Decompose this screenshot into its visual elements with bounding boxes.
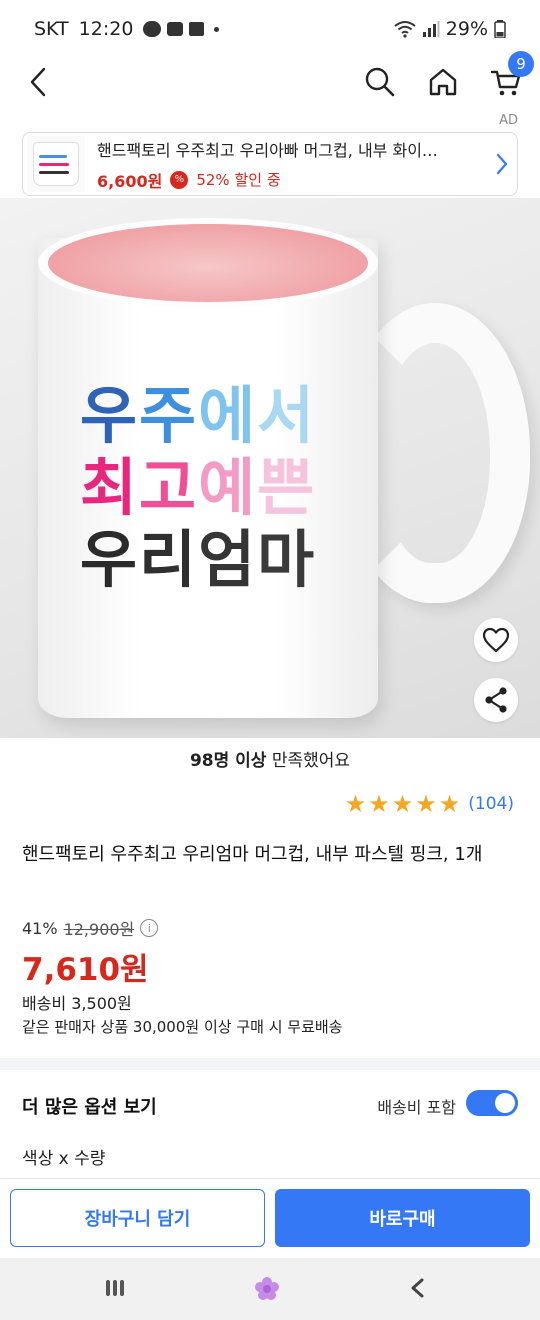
product-title: 핸드팩토리 우주최고 우리엄마 머그컵, 내부 파스텔 핑크, 1개 [22,844,483,865]
add-to-cart-button[interactable]: 장바구니 담기 [10,1189,265,1247]
star-icon: ★ [438,790,461,818]
mug-text-line: 최고예쁜 [80,452,380,524]
ad-title: 핸드팩토리 우주최고 우리아빠 머그컵, 내부 화이… [97,140,438,160]
product-image[interactable]: 우주에서 최고예쁜 우리엄마 [0,198,540,738]
heart-icon [482,627,510,653]
original-price: 12,900원 [63,920,135,939]
mug-text-line: 우주에서 [80,380,380,452]
include-shipping-toggle[interactable] [466,1090,518,1116]
review-count-link[interactable]: (104) [468,794,514,814]
ad-discount: 52% 할인 중 [196,171,281,189]
home-button[interactable] [421,62,465,102]
chevron-right-icon [496,153,508,175]
talk-icon [167,22,184,36]
search-icon [365,67,395,97]
search-button[interactable] [358,62,402,102]
chevron-left-icon [30,67,46,97]
chat-bubble-icon [143,21,162,37]
ad-price-row: 6,600원 % 52% 할인 중 [97,168,487,192]
option-subtitle: 색상 x 수량 [22,1149,106,1169]
wifi-icon [394,21,416,38]
ad-price: 6,600원 [97,171,163,191]
mug-text-char: 우 [80,379,140,452]
mug-printed-text: 우주에서 최고예쁜 우리엄마 [80,380,380,596]
status-left: SKT 12:20 [34,18,220,40]
ad-mug-stripe [39,171,69,174]
mug-text-line: 우리엄마 [80,524,380,596]
clock: 12:20 [78,18,134,40]
battery-icon [494,20,506,38]
star-icon: ★ [344,790,367,818]
recent-apps-button[interactable] [106,1280,124,1296]
system-back-button[interactable] [406,1276,430,1300]
notification-icons [143,21,220,37]
mug-text-char: 주 [139,379,199,452]
more-dot-icon [214,26,220,32]
star-icon: ★ [368,790,390,818]
signal-icon [422,21,440,37]
system-nav-bar [0,1258,540,1320]
rating-row[interactable]: ★ ★ ★ ★ ★ (104) [345,792,514,816]
recent-apps-icon [106,1280,110,1296]
action-bar: 장바구니 담기 바로구매 [0,1178,540,1256]
sale-price: 7,610원 [22,952,149,988]
mug-text-char: 쁜 [257,451,317,524]
include-shipping-label: 배송비 포함 [377,1098,456,1117]
ad-mug-stripe [39,163,69,166]
ad-mug-image [33,142,79,186]
top-nav [0,58,540,106]
back-arrow-icon [411,1278,424,1298]
cart-count-badge: 9 [508,51,534,77]
discount-rate: 41% [22,918,58,938]
share-button[interactable] [474,678,518,722]
mug-text-char: 최 [80,451,140,524]
share-icon [485,687,507,713]
flower-home-icon [255,1277,279,1300]
mug-text-char: 마 [257,523,317,596]
section-divider [0,1058,540,1070]
system-home-button[interactable] [254,1276,280,1302]
ad-mug-stripe [39,155,67,158]
star-icon: ★ [415,790,437,818]
home-icon [429,68,457,96]
carrier: SKT [34,18,69,40]
mug-text-char: 엄 [198,523,258,596]
satisfied-count: 98명 이상 [189,751,267,771]
ad-text: 핸드팩토리 우주최고 우리아빠 머그컵, 내부 화이… 6,600원 % 52%… [97,137,487,192]
original-price-row: 41% 12,900원 i [22,916,159,940]
star-icon: ★ [391,790,414,818]
info-icon[interactable]: i [140,919,159,937]
mug-text-char: 에 [198,379,258,452]
message-icon [189,22,205,36]
buy-now-button[interactable]: 바로구매 [275,1189,530,1247]
mug-text-char: 서 [257,379,317,452]
mug-text-char: 우 [80,523,140,596]
free-shipping-note: 같은 판매자 상품 30,000원 이상 구매 시 무료배송 [22,1018,343,1036]
status-bar: SKT 12:20 29% [0,0,540,58]
ad-label: AD [499,113,518,128]
recent-apps-icon [113,1280,117,1296]
mug-text-char: 리 [139,523,199,596]
discount-percent-icon: % [170,170,189,189]
ad-open-arrow[interactable] [487,153,517,175]
status-right: 29% [394,18,506,40]
back-button[interactable] [18,62,58,102]
battery-percent: 29% [445,18,488,40]
ad-thumbnail [27,136,85,192]
toggle-knob [495,1093,515,1113]
mug-text-char: 고 [139,451,199,524]
more-options-title[interactable]: 더 많은 옵션 보기 [22,1093,157,1119]
recent-apps-icon [120,1280,124,1296]
mug-text-char: 예 [198,451,258,524]
satisfied-label: 만족했어요 [266,751,351,771]
shipping-fee: 배송비 3,500원 [22,994,132,1013]
mug-inside [48,224,368,302]
ad-banner[interactable]: 핸드팩토리 우주최고 우리아빠 머그컵, 내부 화이… 6,600원 % 52%… [22,132,518,196]
satisfaction-text: 98명 이상 만족했어요 [0,746,540,771]
wishlist-button[interactable] [474,618,518,662]
